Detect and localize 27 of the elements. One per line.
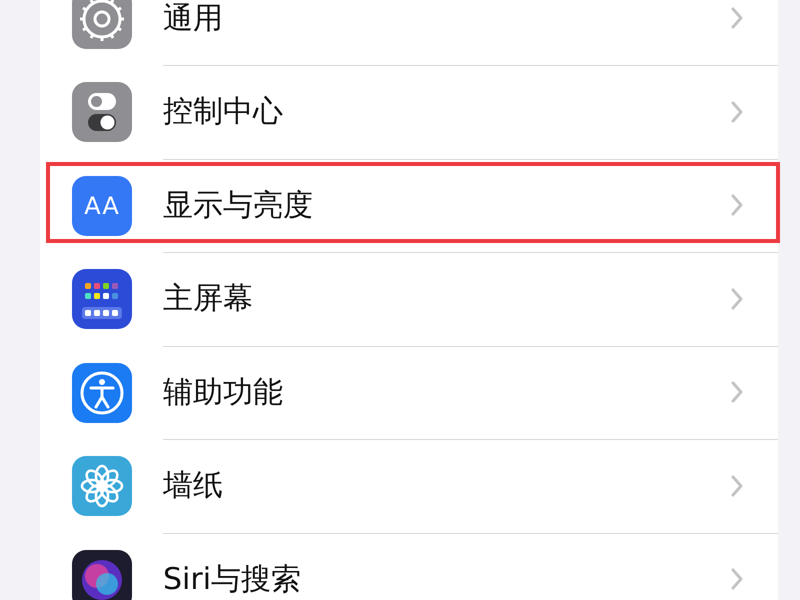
settings-label: 显示与亮度 <box>163 186 313 225</box>
chevron-icon <box>730 100 744 124</box>
chevron-icon <box>730 6 744 30</box>
chevron-icon <box>730 286 744 311</box>
chevron-icon <box>730 193 744 218</box>
settings-label: 通用 <box>163 0 223 38</box>
chevron-icon <box>730 380 744 404</box>
text-size-icon: AA <box>72 176 132 236</box>
flower-icon <box>72 456 132 516</box>
accessibility-icon <box>72 362 132 423</box>
app-grid-icon <box>72 269 132 330</box>
settings-row[interactable]: AA 显示与亮度 <box>40 159 778 252</box>
settings-label: 辅助功能 <box>163 374 283 412</box>
settings-row[interactable]: 辅助功能 <box>40 346 778 440</box>
settings-label: 主屏幕 <box>163 280 253 318</box>
settings-row[interactable]: Siri与搜索 <box>40 533 778 600</box>
settings-label: 墙纸 <box>163 467 223 506</box>
toggle-switch-icon <box>72 82 132 142</box>
settings-row[interactable]: 通用 <box>40 0 778 66</box>
settings-row[interactable]: 墙纸 <box>40 440 778 533</box>
settings-label: Siri与搜索 <box>163 560 302 599</box>
chevron-icon <box>730 474 744 498</box>
settings-row[interactable]: 主屏幕 <box>40 252 778 346</box>
settings-row[interactable]: 控制中心 <box>40 66 778 159</box>
chevron-icon <box>730 567 744 592</box>
settings-label: 控制中心 <box>163 93 283 132</box>
orb-icon <box>72 550 132 600</box>
